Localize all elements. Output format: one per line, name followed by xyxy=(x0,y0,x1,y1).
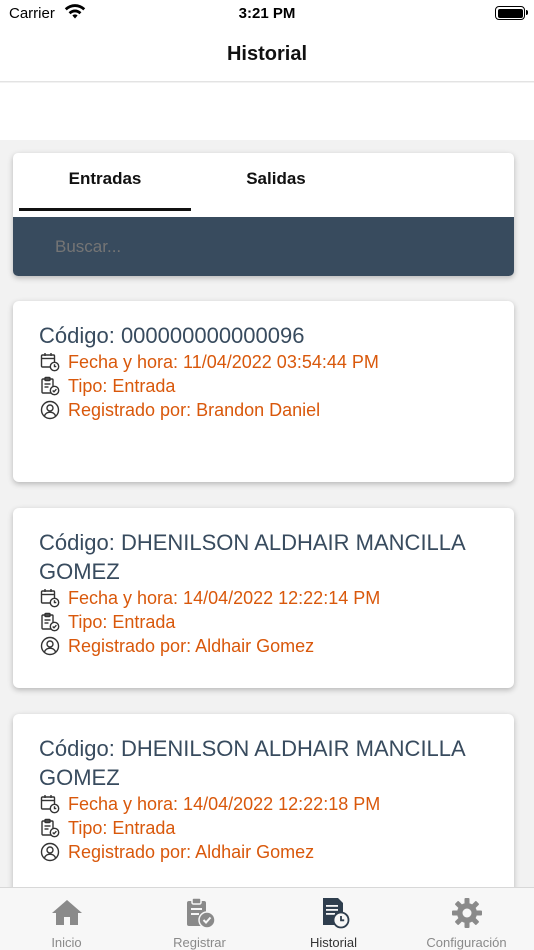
record-datetime-row: Fecha y hora: 14/04/2022 12:22:14 PM xyxy=(39,586,488,610)
navigation-bar: Historial xyxy=(0,30,534,82)
status-bar: Carrier 3:21 PM xyxy=(0,0,534,30)
bottom-tab-bar: Inicio Registrar Historial Configuración xyxy=(0,887,534,950)
record-type: Tipo: Entrada xyxy=(68,375,176,396)
header-spacer xyxy=(0,83,534,140)
record-registered-row: Registrado por: Brandon Daniel xyxy=(39,398,488,422)
clipboard-check-icon xyxy=(39,375,61,397)
record-datetime: Fecha y hora: 14/04/2022 12:22:14 PM xyxy=(68,587,381,608)
battery-icon xyxy=(495,6,528,20)
record-registered-row: Registrado por: Aldhair Gomez xyxy=(39,634,488,658)
record-registered-by: Registrado por: Aldhair Gomez xyxy=(68,635,315,656)
record-registered-by: Registrado por: Aldhair Gomez xyxy=(68,841,315,862)
tab-bar-item-configuracion[interactable]: Configuración xyxy=(400,888,533,950)
gear-icon xyxy=(450,896,484,930)
tab-bar-label: Historial xyxy=(310,935,357,950)
active-tab-indicator xyxy=(19,208,191,211)
tab-bar-label: Registrar xyxy=(173,935,226,950)
record-type-row: Tipo: Entrada xyxy=(39,816,488,840)
record-card[interactable]: Código: 000000000000096 Fecha y hora: 11… xyxy=(13,301,514,482)
tab-entradas[interactable]: Entradas xyxy=(19,169,191,189)
record-type-row: Tipo: Entrada xyxy=(39,610,488,634)
page-title: Historial xyxy=(226,43,308,65)
record-registered-by: Registrado por: Brandon Daniel xyxy=(68,399,321,420)
record-datetime-row: Fecha y hora: 14/04/2022 12:22:18 PM xyxy=(39,792,488,816)
clipboard-check-icon xyxy=(39,611,61,633)
record-datetime-row: Fecha y hora: 11/04/2022 03:54:44 PM xyxy=(39,350,488,374)
record-type: Tipo: Entrada xyxy=(68,817,176,838)
record-code: Código: DHENILSON ALDHAIR MANCILLA GOMEZ xyxy=(39,530,465,584)
home-icon xyxy=(50,896,84,930)
record-code: Código: DHENILSON ALDHAIR MANCILLA GOMEZ xyxy=(39,736,465,790)
tab-bar-label: Inicio xyxy=(51,935,82,950)
tab-salidas[interactable]: Salidas xyxy=(190,169,362,189)
record-datetime: Fecha y hora: 11/04/2022 03:54:44 PM xyxy=(68,351,379,372)
history-document-icon xyxy=(317,896,351,930)
search-input[interactable] xyxy=(55,237,475,257)
calendar-clock-icon xyxy=(39,587,61,609)
clipboard-check-icon xyxy=(183,896,217,930)
tab-bar-item-registrar[interactable]: Registrar xyxy=(133,888,266,950)
calendar-clock-icon xyxy=(39,351,61,373)
record-code: Código: 000000000000096 xyxy=(39,323,305,348)
user-circle-icon xyxy=(39,635,61,657)
clipboard-check-icon xyxy=(39,817,61,839)
calendar-clock-icon xyxy=(39,793,61,815)
user-circle-icon xyxy=(39,399,61,421)
search-bar[interactable] xyxy=(13,217,514,276)
tab-bar-label: Configuración xyxy=(426,935,507,950)
record-type-row: Tipo: Entrada xyxy=(39,374,488,398)
record-card[interactable]: Código: DHENILSON ALDHAIR MANCILLA GOMEZ… xyxy=(13,714,514,914)
record-type: Tipo: Entrada xyxy=(68,611,176,632)
tabs-card: Entradas Salidas xyxy=(13,153,514,276)
tab-bar-item-inicio[interactable]: Inicio xyxy=(0,888,133,950)
record-registered-row: Registrado por: Aldhair Gomez xyxy=(39,840,488,864)
user-circle-icon xyxy=(39,841,61,863)
record-card[interactable]: Código: DHENILSON ALDHAIR MANCILLA GOMEZ… xyxy=(13,508,514,688)
tab-bar-item-historial[interactable]: Historial xyxy=(267,888,400,950)
record-datetime: Fecha y hora: 14/04/2022 12:22:18 PM xyxy=(68,793,381,814)
clock: 3:21 PM xyxy=(238,5,296,22)
